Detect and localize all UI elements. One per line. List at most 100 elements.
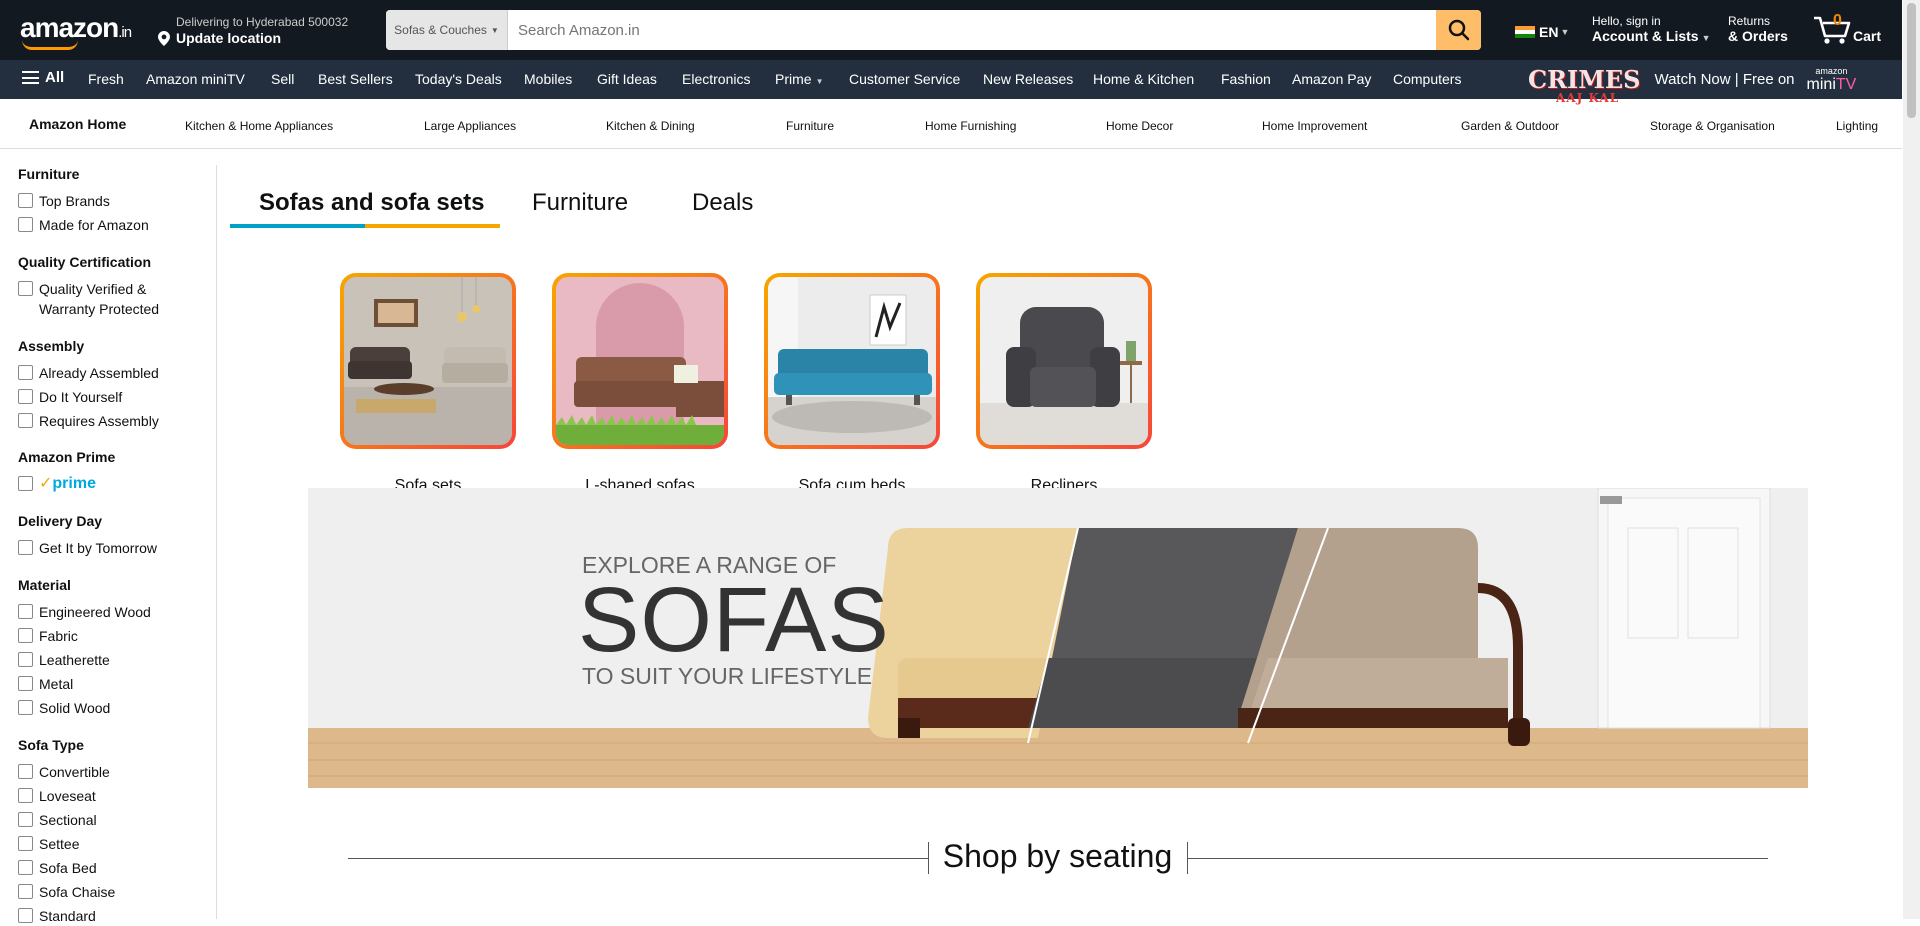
subnav-kitchen-dining[interactable]: Kitchen & Dining (606, 119, 695, 133)
checkbox[interactable] (18, 413, 33, 428)
checkbox[interactable] (18, 764, 33, 779)
filter-option[interactable]: Sofa Bed (18, 858, 97, 878)
checkbox[interactable] (18, 628, 33, 643)
filter-option[interactable]: Do It Yourself (18, 387, 122, 407)
scrollbar-thumb[interactable] (1907, 3, 1916, 118)
filter-option[interactable]: Solid Wood (18, 698, 110, 718)
delivery-location[interactable]: Delivering to Hyderabad 500032 Update lo… (158, 14, 348, 46)
checkbox[interactable] (18, 604, 33, 619)
nav-prime[interactable]: Prime ▼ (775, 71, 823, 87)
filter-option[interactable]: Settee (18, 834, 79, 854)
filter-option[interactable]: Leatherette (18, 650, 110, 670)
filter-option[interactable]: Top Brands (18, 191, 110, 211)
nav-sell[interactable]: Sell (271, 71, 294, 87)
checkbox[interactable] (18, 193, 33, 208)
tile-sofa-sets[interactable] (340, 273, 516, 449)
nav-electronics[interactable]: Electronics (682, 71, 750, 87)
page-scrollbar[interactable] (1903, 0, 1920, 919)
filter-option[interactable]: Made for Amazon (18, 215, 149, 235)
tab-furniture[interactable]: Furniture (532, 189, 628, 217)
filter-option[interactable]: Already Assembled (18, 363, 159, 383)
nav-computers[interactable]: Computers (1393, 71, 1461, 87)
cart-button[interactable]: 0 Cart (1812, 12, 1892, 48)
language-label: EN (1539, 24, 1559, 40)
subnav-large-appliances[interactable]: Large Appliances (424, 119, 516, 133)
subnav-lighting[interactable]: Lighting (1836, 119, 1878, 133)
checkbox[interactable] (18, 652, 33, 667)
subnav-furniture[interactable]: Furniture (786, 119, 834, 133)
checkbox[interactable] (18, 676, 33, 691)
nav-todays-deals[interactable]: Today's Deals (415, 71, 502, 87)
filter-option[interactable]: Engineered Wood (18, 602, 151, 622)
tile-sofa-cum-beds[interactable] (764, 273, 940, 449)
tab-deals[interactable]: Deals (692, 189, 753, 217)
subnav-home-furnishing[interactable]: Home Furnishing (925, 119, 1016, 133)
subnav-amazon-home[interactable]: Amazon Home (29, 116, 126, 132)
tile-recliners[interactable] (976, 273, 1152, 449)
filter-option[interactable]: Metal (18, 674, 73, 694)
section-title-shop-by-seating: Shop by seating (942, 838, 1173, 874)
sofas-hero-banner[interactable]: EXPLORE A RANGE OF SOFAS TO SUIT YOUR LI… (308, 488, 1808, 788)
promo-text: Watch Now | Free on (1654, 71, 1795, 88)
section-divider-left (348, 858, 928, 859)
search-input[interactable] (508, 10, 1436, 50)
checkbox[interactable] (18, 908, 33, 923)
checkbox[interactable] (18, 788, 33, 803)
language-selector[interactable]: EN ▼ (1515, 24, 1569, 40)
nav-new-releases[interactable]: New Releases (983, 71, 1073, 87)
filter-option[interactable]: Standard (18, 906, 96, 926)
nav-customer-service[interactable]: Customer Service (849, 71, 960, 87)
all-menu-button[interactable]: All (22, 69, 64, 86)
returns-orders[interactable]: Returns & Orders (1728, 14, 1788, 44)
subnav-home-decor[interactable]: Home Decor (1106, 119, 1173, 133)
filter-option-label: Convertible (39, 764, 110, 780)
nav-fashion[interactable]: Fashion (1221, 71, 1271, 87)
nav-fresh[interactable]: Fresh (88, 71, 124, 87)
account-label: Account & Lists (1592, 28, 1699, 44)
filter-heading-sofa-type: Sofa Type (18, 737, 84, 753)
nav-gift-ideas[interactable]: Gift Ideas (597, 71, 657, 87)
nav-amazon-pay[interactable]: Amazon Pay (1292, 71, 1371, 87)
checkbox[interactable] (18, 860, 33, 875)
filter-option[interactable]: Requires Assembly (18, 411, 159, 431)
tab-sofas-and-sofa-sets[interactable]: Sofas and sofa sets (259, 189, 484, 217)
section-divider-left-cap (928, 842, 929, 874)
filter-option[interactable]: Convertible (18, 762, 110, 782)
checkbox[interactable] (18, 540, 33, 555)
subnav-home-improvement[interactable]: Home Improvement (1262, 119, 1367, 133)
search-button[interactable] (1436, 10, 1481, 50)
account-lists[interactable]: Hello, sign in Account & Lists ▼ (1592, 14, 1711, 46)
search-category-dropdown[interactable]: Sofas & Couches ▼ (386, 10, 508, 50)
checkbox[interactable] (18, 389, 33, 404)
checkbox[interactable] (18, 836, 33, 851)
checkbox[interactable] (18, 812, 33, 827)
minitv-promo-banner[interactable]: CRIMES AAJ KAL Watch Now | Free on amazon… (1528, 63, 1856, 105)
nav-home-kitchen[interactable]: Home & Kitchen (1093, 71, 1194, 87)
checkbox[interactable] (18, 476, 33, 491)
checkbox[interactable] (18, 281, 33, 296)
checkbox[interactable] (18, 217, 33, 232)
filter-option-label: Sofa Bed (39, 860, 97, 876)
filter-option[interactable]: Sectional (18, 810, 97, 830)
checkbox[interactable] (18, 884, 33, 899)
returns-line1: Returns (1728, 14, 1771, 28)
checkbox[interactable] (18, 365, 33, 380)
subnav-storage-organisation[interactable]: Storage & Organisation (1650, 119, 1775, 133)
filter-option[interactable]: Quality Verified & Warranty Protected (18, 279, 168, 319)
nav-mobiles[interactable]: Mobiles (524, 71, 572, 87)
tile-l-shaped-sofas[interactable] (552, 273, 728, 449)
caret-down-icon: ▼ (1560, 27, 1570, 37)
filter-option[interactable]: Sofa Chaise (18, 882, 115, 902)
subnav-garden-outdoor[interactable]: Garden & Outdoor (1461, 119, 1559, 133)
prime-logo-icon: ✓prime (39, 475, 96, 492)
nav-best-sellers[interactable]: Best Sellers (318, 71, 393, 87)
india-flag-icon (1515, 25, 1535, 39)
nav-minitv[interactable]: Amazon miniTV (146, 71, 245, 87)
filter-option[interactable]: Get It by Tomorrow (18, 538, 157, 558)
filter-option-label: Solid Wood (39, 700, 111, 716)
filter-option[interactable]: Fabric (18, 626, 78, 646)
checkbox[interactable] (18, 700, 33, 715)
filter-option-prime[interactable]: ✓prime (18, 474, 96, 494)
subnav-kitchen-home-appliances[interactable]: Kitchen & Home Appliances (185, 119, 333, 133)
filter-option[interactable]: Loveseat (18, 786, 96, 806)
